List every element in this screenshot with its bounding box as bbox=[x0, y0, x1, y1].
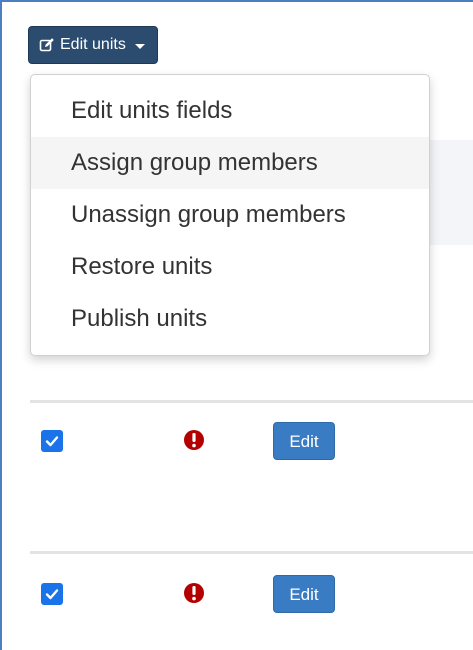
table-row: Edit bbox=[30, 422, 473, 468]
edit-units-menu: Edit units fields Assign group members U… bbox=[30, 74, 430, 356]
exclamation-circle-icon bbox=[182, 581, 206, 605]
row-checkbox[interactable] bbox=[41, 430, 63, 452]
exclamation-circle-icon bbox=[182, 428, 206, 452]
edit-row-button[interactable]: Edit bbox=[273, 422, 335, 460]
edit-row-button[interactable]: Edit bbox=[273, 575, 335, 613]
edit-icon bbox=[39, 37, 55, 53]
menu-item-restore-units[interactable]: Restore units bbox=[31, 241, 429, 293]
menu-item-unassign-group-members[interactable]: Unassign group members bbox=[31, 189, 429, 241]
menu-item-edit-units-fields[interactable]: Edit units fields bbox=[31, 85, 429, 137]
row-divider bbox=[30, 551, 473, 554]
check-icon bbox=[45, 436, 59, 447]
edit-units-dropdown-button[interactable]: Edit units bbox=[28, 26, 158, 64]
menu-item-publish-units[interactable]: Publish units bbox=[31, 293, 429, 345]
table-row: Edit bbox=[30, 575, 473, 621]
check-icon bbox=[45, 589, 59, 600]
caret-down-icon bbox=[134, 43, 145, 49]
row-checkbox[interactable] bbox=[41, 583, 63, 605]
row-divider bbox=[30, 400, 473, 403]
edit-units-label: Edit units bbox=[60, 36, 126, 53]
menu-item-assign-group-members[interactable]: Assign group members bbox=[31, 137, 429, 189]
